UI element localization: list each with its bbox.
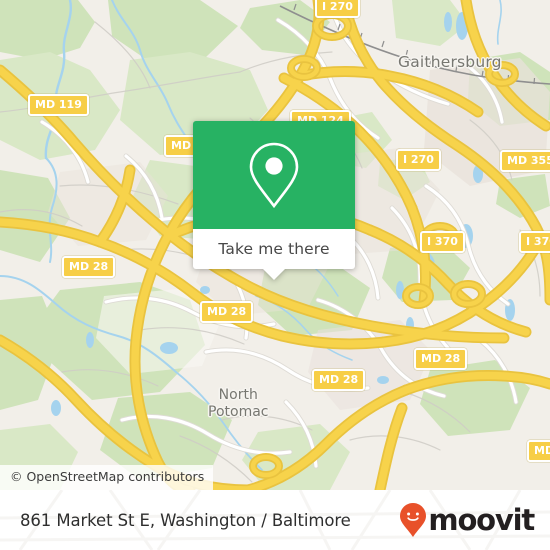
moovit-logo[interactable]: moovit: [399, 502, 535, 538]
road-shield: MD 28: [414, 348, 468, 370]
road-shield: I 370: [420, 231, 465, 253]
road-shield: I 270: [315, 0, 360, 18]
moovit-pin-icon: [400, 503, 427, 537]
popup-header: [193, 121, 355, 229]
osm-attribution[interactable]: © OpenStreetMap contributors: [0, 464, 214, 490]
road-shield: MD 119: [28, 94, 89, 116]
address-label: 861 Market St E, Washington / Baltimore: [20, 510, 351, 530]
map-pin-icon: [249, 142, 299, 209]
road-shield: MD 28: [200, 301, 254, 323]
take-me-there-label: Take me there: [218, 240, 330, 258]
road-shield: MD: [527, 440, 550, 462]
moovit-map-screenshot: .park { fill:#cfe3ba; } .park2 { fill:#d…: [0, 0, 550, 550]
road-shield: MD 28: [62, 256, 116, 278]
popup-pointer-tail: [263, 269, 285, 280]
road-shield: MD 28: [312, 369, 366, 391]
road-shield: I 270: [396, 149, 441, 171]
road-shield: MD 355: [500, 150, 550, 172]
footer-bar: 861 Market St E, Washington / Baltimore …: [0, 490, 550, 550]
road-shield: I 370: [519, 231, 550, 253]
popup-footer[interactable]: Take me there: [193, 229, 355, 280]
moovit-wordmark: moovit: [428, 502, 535, 537]
map-canvas[interactable]: .park { fill:#cfe3ba; } .park2 { fill:#d…: [0, 0, 550, 490]
location-popup-card[interactable]: Take me there: [193, 121, 355, 280]
